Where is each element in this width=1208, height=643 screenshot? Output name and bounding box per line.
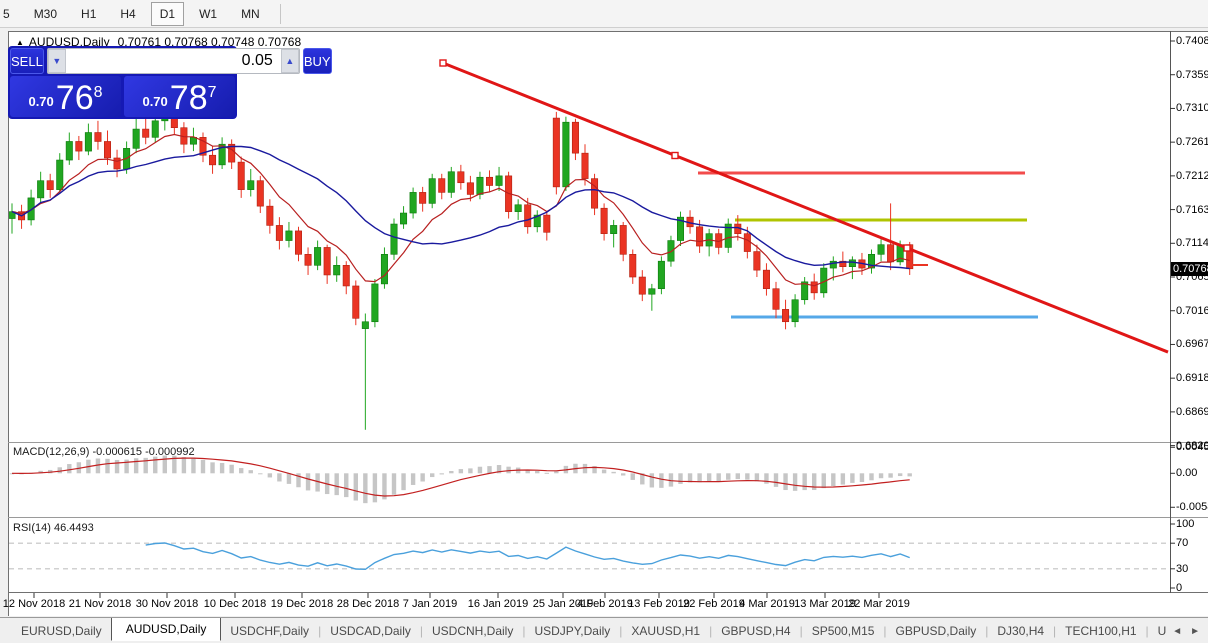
macd-name: MACD(12,26,9) [13,446,90,458]
chart-tab-bar: EURUSD,Daily AUDUSD,Daily USDCHF,Daily | USD… [0,617,1208,643]
chart-tab-usdcad-daily[interactable]: USDCAD,Daily [321,621,420,641]
tab-scroll-buttons: ◄ ► [1166,618,1206,643]
timeframe-button-d1[interactable]: D1 [150,1,185,26]
current-price-tag: 0.70768 [1171,261,1208,276]
date-axis-label: 28 Dec 2018 [336,598,400,610]
rsi-name: RSI(14) [13,522,51,534]
volume-decrease-icon[interactable]: ▼ [47,49,66,73]
buy-price-prefix: 0.70 [142,94,168,109]
chart-tab-sp500-m15[interactable]: SP500,M15 [803,621,884,641]
rsi-axis-label: 0 [1176,582,1183,594]
sell-button[interactable]: SELL [10,48,44,74]
price-axis-label: 0.72610 [1176,136,1208,149]
price-axis-label: 0.73590 [1176,68,1208,81]
chart-tab-audusd-daily[interactable]: AUDUSD,Daily [110,618,222,641]
chart-tab-usdcnh-daily[interactable]: USDCNH,Daily [423,621,522,641]
toolbar-separator [279,3,281,24]
macd-value-signal: -0.000992 [145,446,195,458]
rsi-label: RSI(14) 46.4493 [13,522,94,534]
date-axis-label: 16 Jan 2019 [467,598,529,610]
timeframe-button-w1[interactable]: W1 [190,2,226,26]
price-axis-label: 0.72120 [1176,169,1208,182]
macd-axis-label: 0.00 [1176,467,1198,480]
timeframe-button-h4[interactable]: H4 [111,2,144,26]
chart-tab-usdchf-daily[interactable]: USDCHF,Daily [221,621,318,641]
date-axis-label: 30 Nov 2018 [135,598,199,610]
chart-tab-gbpusd-h4[interactable]: GBPUSD,H4 [712,621,799,641]
date-axis-label: 4 Mar 2019 [739,598,795,610]
chart-tab-dj30-h4[interactable]: DJ30,H4 [988,621,1053,641]
sell-price-pip: 8 [93,84,103,101]
timeframe-toolbar: 5 M30 H1 H4 D1 W1 MN [0,0,1208,28]
macd-value-main: -0.000615 [92,446,143,458]
macd-axis-label: 0.004517 [1176,441,1208,454]
sell-price-main: 76 [55,79,94,117]
rsi-axis-label: 70 [1176,537,1189,550]
chart-tab-gbpusd-daily[interactable]: GBPUSD,Daily [887,621,986,641]
price-axis-label: 0.74080 [1176,35,1208,47]
rsi-axis-label: 100 [1176,518,1195,530]
volume-increase-icon[interactable]: ▲ [280,49,299,73]
timeframe-button-5[interactable]: 5 [0,2,19,26]
price-axis-label: 0.71140 [1176,237,1208,250]
buy-price-main: 78 [169,79,208,117]
rsi-value: 46.4493 [53,522,94,534]
date-axis-label: 21 Nov 2018 [68,598,132,610]
date-axis-label: 22 Mar 2019 [848,598,910,610]
date-axis-label: 22 Feb 2019 [683,598,745,610]
buy-button[interactable]: BUY [302,48,332,74]
timeframe-button-h1[interactable]: H1 [72,2,105,26]
date-axis-label: 13 Mar 2019 [794,598,856,610]
chart-tab-eurusd-daily[interactable]: EURUSD,Daily [12,621,111,641]
sell-price-display[interactable]: 0.70 76 8 [10,76,121,117]
price-axis-label: 0.71630 [1176,203,1208,216]
price-axis-label: 0.70160 [1176,304,1208,317]
chart-tab-xauusd-h1[interactable]: XAUUSD,H1 [622,621,709,641]
macd-label: MACD(12,26,9) -0.000615 -0.000992 [13,446,195,458]
buy-price-display[interactable]: 0.70 78 7 [124,76,235,117]
buy-price-pip: 7 [207,84,217,101]
rsi-axis-label: 30 [1176,562,1189,575]
price-axis-label: 0.69180 [1176,372,1208,385]
date-axis-label: 10 Dec 2018 [203,598,267,610]
macd-axis-label: -0.005899 [1176,501,1208,514]
one-click-trade-panel: SELL ▼ ▲ BUY 0.70768 0.70787 [8,46,332,119]
volume-stepper: ▼ ▲ [46,48,300,74]
price-axis-label: 0.69670 [1176,338,1208,351]
chart-tab-usdjpy-daily[interactable]: USDJPY,Daily [525,621,619,641]
sell-price-prefix: 0.70 [28,94,54,109]
tab-scroll-left-icon[interactable]: ◄ [1168,626,1186,637]
volume-input[interactable] [65,49,281,73]
price-axis-label: 0.68690 [1176,405,1208,418]
date-axis-label: 13 Feb 2019 [628,598,690,610]
date-axis-label: 4 Feb 2019 [577,598,633,610]
date-axis-label: 19 Dec 2018 [270,598,334,610]
timeframe-button-m30[interactable]: M30 [25,2,66,26]
price-axis-label: 0.73100 [1176,102,1208,115]
date-axis-label: 7 Jan 2019 [402,598,458,610]
tab-scroll-right-icon[interactable]: ► [1186,626,1204,637]
chart-tab-tech100-h1[interactable]: TECH100,H1 [1056,621,1145,641]
date-axis-label: 12 Nov 2018 [2,598,66,610]
timeframe-button-mn[interactable]: MN [232,2,269,26]
